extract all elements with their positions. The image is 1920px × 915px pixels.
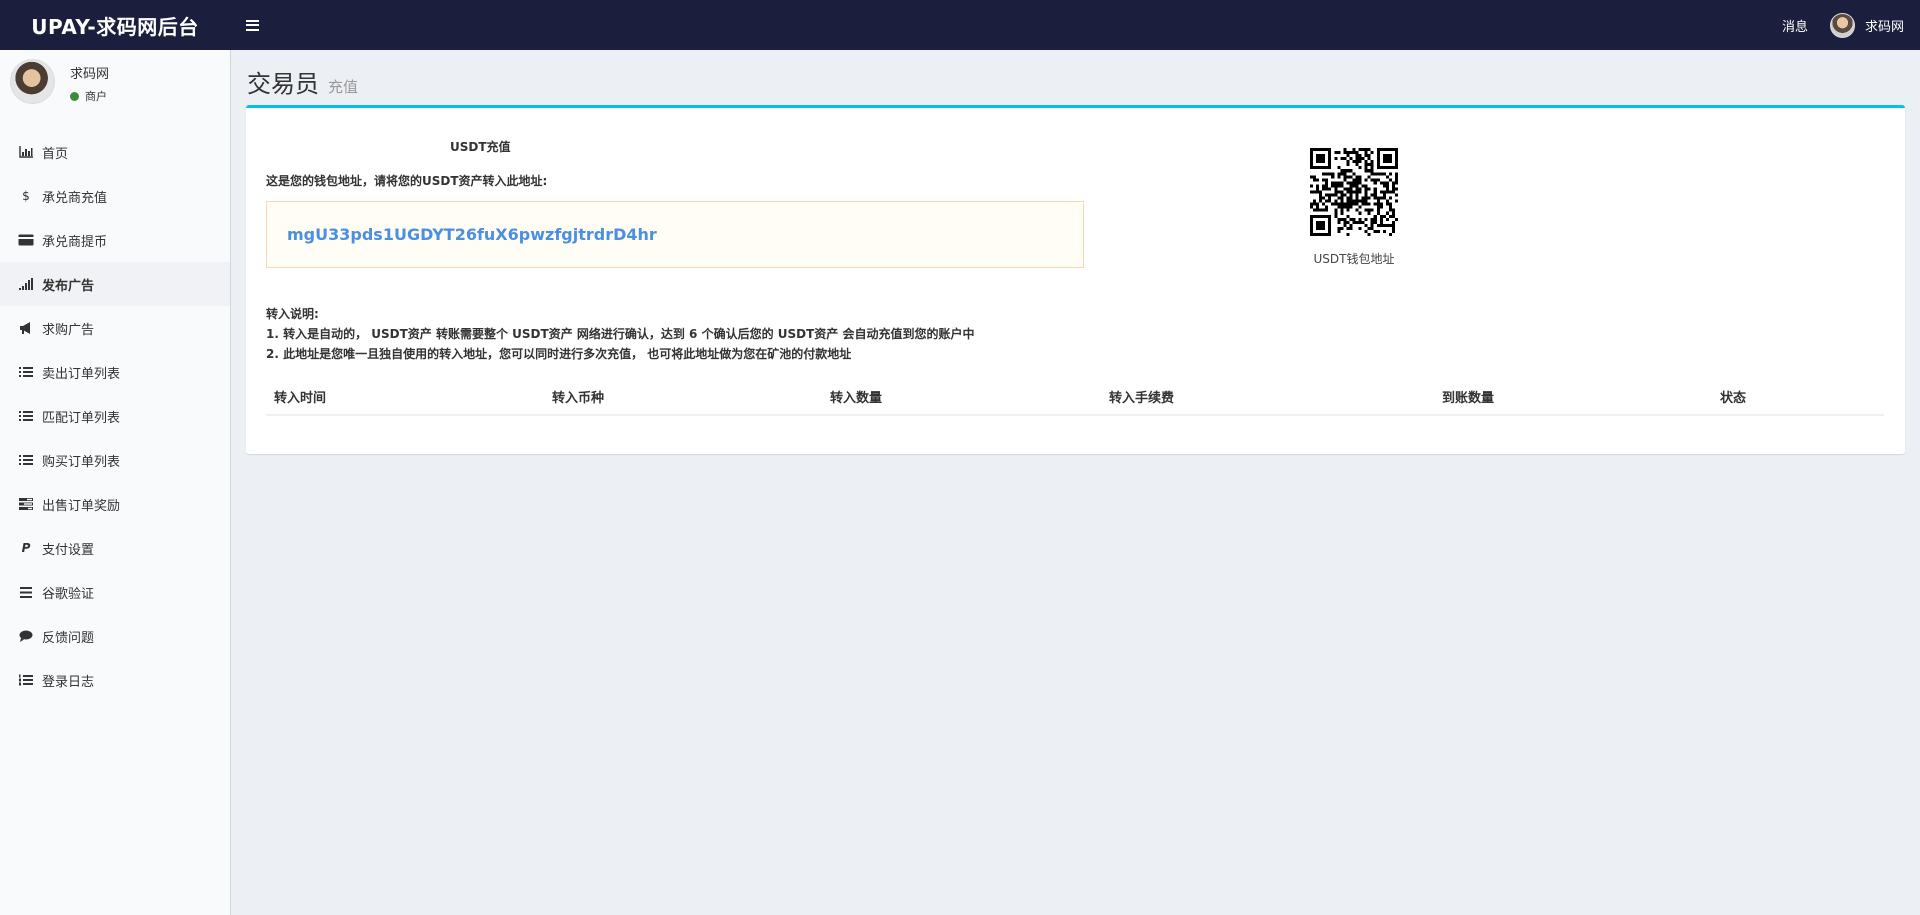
sidebar-item-merchant-withdraw[interactable]: 承兑商提币 <box>0 218 230 262</box>
recharge-panel: USDT充值 这是您的钱包地址，请将您的USDT资产转入此地址: mgU33pd… <box>246 105 1905 454</box>
user-role-label: 商户 <box>85 90 107 103</box>
instructions-title: 转入说明: <box>266 307 319 321</box>
online-status-icon <box>70 91 79 101</box>
sidebar-item-label: 支付设置 <box>42 542 95 558</box>
transfer-history-table: 转入时间 转入币种 转入数量 转入手续费 到账数量 状态 <box>266 378 1884 416</box>
messages-link[interactable]: 消息 <box>1760 16 1830 35</box>
sidebar-item-feedback[interactable]: 反馈问题 <box>0 614 230 658</box>
signal-icon <box>18 277 34 291</box>
address-label: 这是您的钱包地址，请将您的USDT资产转入此地址: <box>266 174 548 188</box>
qr-code-icon <box>1310 148 1398 236</box>
list-icon <box>18 365 34 379</box>
sidebar-item-label: 谷歌验证 <box>42 586 95 602</box>
credit-card-icon <box>18 233 34 247</box>
bullhorn-icon <box>18 321 34 335</box>
wallet-address-box[interactable]: mgU33pds1UGDYT26fuX6pwzfgjtrdrD4hr <box>266 201 1084 268</box>
sidebar-item-label: 承兑商提币 <box>42 234 108 250</box>
sidebar-item-label: 发布广告 <box>42 278 95 294</box>
bar-chart-icon <box>18 145 34 159</box>
sidebar-item-label: 卖出订单列表 <box>42 366 121 382</box>
sidebar-item-buy-ads[interactable]: 求购广告 <box>0 306 230 350</box>
sidebar-item-label: 首页 <box>42 146 69 162</box>
avatar <box>1829 12 1855 38</box>
sidebar-item-label: 购买订单列表 <box>42 454 121 470</box>
user-panel: 求码网 商户 <box>0 50 230 110</box>
transfer-instructions: 转入说明: 1. 转入是自动的， USDT资产 转账需要整个 USDT资产 网络… <box>266 304 974 364</box>
list-icon <box>18 409 34 423</box>
column-header: 到账数量 <box>1434 378 1712 416</box>
column-header: 转入时间 <box>266 378 544 416</box>
bars-icon <box>18 585 34 599</box>
main-content: 交易员 充值 USDT充值 这是您的钱包地址，请将您的USDT资产转入此地址: … <box>231 50 1920 915</box>
instruction-line-2: 2. 此地址是您唯一且独自使用的转入地址，您可以同时进行多次充值， 也可将此地址… <box>266 347 852 361</box>
page-title: 交易员 <box>247 70 319 98</box>
page-subtitle: 充值 <box>328 78 359 96</box>
instruction-line-1: 1. 转入是自动的， USDT资产 转账需要整个 USDT资产 网络进行确认，达… <box>266 327 975 341</box>
sidebar-item-label: 反馈问题 <box>42 630 95 646</box>
sidebar-item-match-orders[interactable]: 匹配订单列表 <box>0 394 230 438</box>
comment-icon <box>18 629 34 643</box>
table-header-row: 转入时间 转入币种 转入数量 转入手续费 到账数量 状态 <box>266 378 1884 416</box>
user-name: 求码网 <box>1864 19 1904 35</box>
avatar <box>10 59 55 104</box>
tasks-icon <box>18 497 34 511</box>
sidebar-item-google-auth[interactable]: 谷歌验证 <box>0 570 230 614</box>
brand-logo[interactable]: UPAY-求码网后台 <box>0 0 230 50</box>
column-header: 状态 <box>1712 378 1884 416</box>
sidebar-toggle-button[interactable] <box>230 0 274 50</box>
sidebar-item-label: 求购广告 <box>42 322 95 338</box>
page-header: 交易员 充值 <box>247 64 358 99</box>
top-navbar: UPAY-求码网后台 消息 求码网 <box>0 0 1920 50</box>
wallet-address[interactable]: mgU33pds1UGDYT26fuX6pwzfgjtrdrD4hr <box>287 225 657 244</box>
sidebar-item-label: 承兑商充值 <box>42 190 108 206</box>
sidebar-item-home[interactable]: 首页 <box>0 130 230 174</box>
hamburger-icon <box>245 19 259 31</box>
sidebar-menu: 首页 $ 承兑商充值 承兑商提币 发布广告 求购广告 卖出订单列表 匹配订单列表… <box>0 130 230 702</box>
column-header: 转入手续费 <box>1101 378 1434 416</box>
sidebar-item-label: 登录日志 <box>42 674 95 690</box>
list-ol-icon <box>18 673 34 687</box>
paypal-icon: P <box>21 541 31 555</box>
sidebar-item-sell-orders[interactable]: 卖出订单列表 <box>0 350 230 394</box>
sidebar-item-sell-rewards[interactable]: 出售订单奖励 <box>0 482 230 526</box>
recharge-title: USDT充值 <box>450 140 511 154</box>
qr-caption: USDT钱包地址 <box>1313 252 1395 266</box>
user-role: 商户 <box>70 88 107 104</box>
column-header: 转入币种 <box>544 378 822 416</box>
sidebar-item-payment-settings[interactable]: P 支付设置 <box>0 526 230 570</box>
sidebar-item-publish-ad[interactable]: 发布广告 <box>0 262 230 306</box>
column-header: 转入数量 <box>822 378 1101 416</box>
sidebar-user-name: 求码网 <box>70 67 110 82</box>
sidebar-item-label: 匹配订单列表 <box>42 410 121 426</box>
sidebar: 求码网 商户 首页 $ 承兑商充值 承兑商提币 发布广告 求购广告 卖出订单列表… <box>0 50 231 915</box>
sidebar-item-buy-orders[interactable]: 购买订单列表 <box>0 438 230 482</box>
sidebar-item-login-log[interactable]: 登录日志 <box>0 658 230 702</box>
sidebar-item-merchant-recharge[interactable]: $ 承兑商充值 <box>0 174 230 218</box>
user-menu[interactable]: 求码网 <box>1829 12 1920 38</box>
list-icon <box>18 453 34 467</box>
dollar-icon: $ <box>22 189 30 203</box>
sidebar-item-label: 出售订单奖励 <box>42 498 121 514</box>
